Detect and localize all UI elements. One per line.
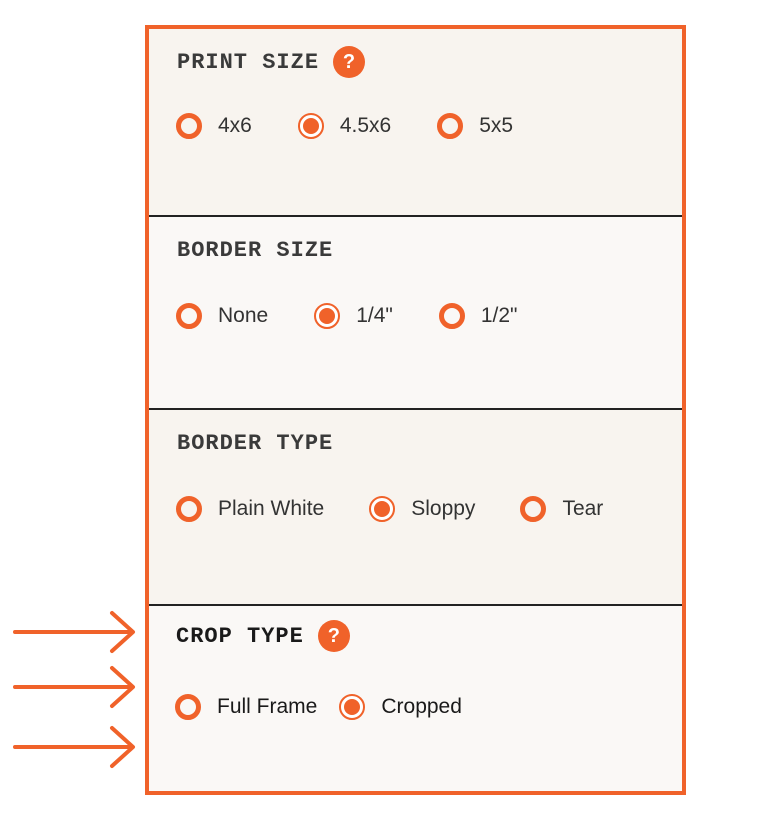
option-label: None [218, 304, 269, 327]
option-label: 1/2" [480, 304, 518, 327]
radio-option-none[interactable]: None [176, 303, 268, 329]
print-size-title: PRINT SIZE [177, 49, 320, 75]
section-title: BORDER SIZE [177, 238, 333, 263]
border-size-title: BORDER SIZE [177, 238, 334, 263]
print-options-panel: PRINT SIZE ? 4x6 4.5x6 5x5 BORDER SIZE N… [145, 25, 686, 795]
option-label: Plain White [218, 497, 325, 520]
radio-button-selected[interactable] [314, 303, 341, 329]
border-type-section: BORDER TYPE Plain White Sloppy Tear [149, 410, 682, 606]
crop-type-title: CROP TYPE [176, 623, 304, 649]
radio-button-selected[interactable] [297, 113, 324, 139]
radio-button[interactable] [176, 113, 202, 139]
radio-button[interactable] [175, 694, 201, 720]
radio-button[interactable] [176, 303, 202, 329]
radio-option-tear[interactable]: Tear [520, 496, 603, 522]
option-label: Tear [562, 497, 604, 520]
radio-option-5x5[interactable]: 5x5 [437, 113, 513, 139]
print-size-options: 4x6 4.5x6 5x5 [176, 113, 513, 139]
help-icon[interactable]: ? [333, 46, 366, 78]
option-label: 4x6 [218, 114, 252, 137]
crop-type-section: CROP TYPE ? Full Frame Cropped [149, 606, 682, 791]
option-label: 4.5x6 [339, 114, 392, 137]
radio-option-quarter-inch[interactable]: 1/4" [314, 303, 393, 329]
radio-option-full-frame[interactable]: Full Frame [175, 694, 317, 720]
section-title: BORDER TYPE [177, 431, 333, 456]
annotation-arrow-icon [13, 611, 135, 653]
section-title: PRINT SIZE ? [177, 46, 366, 78]
border-type-options: Plain White Sloppy Tear [176, 496, 603, 522]
section-title: CROP TYPE ? [176, 620, 350, 652]
annotation-arrow-icon [13, 726, 135, 768]
radio-option-half-inch[interactable]: 1/2" [438, 303, 518, 329]
radio-option-4x6[interactable]: 4x6 [176, 113, 252, 139]
option-label: 5x5 [479, 114, 514, 137]
radio-button[interactable] [438, 303, 465, 329]
option-label: Full Frame [217, 695, 318, 718]
radio-option-4.5x6[interactable]: 4.5x6 [297, 113, 392, 139]
radio-button-selected[interactable] [369, 496, 396, 522]
border-size-section: BORDER SIZE None 1/4" 1/2" [149, 217, 682, 410]
option-label: Sloppy [411, 497, 476, 520]
radio-button[interactable] [176, 496, 202, 522]
border-size-options: None 1/4" 1/2" [176, 303, 518, 329]
annotation-arrow-icon [13, 666, 135, 708]
radio-option-sloppy[interactable]: Sloppy [369, 496, 475, 522]
help-icon[interactable]: ? [317, 620, 350, 652]
radio-button[interactable] [437, 113, 464, 139]
option-label: Cropped [381, 695, 462, 718]
crop-type-options: Full Frame Cropped [175, 694, 462, 720]
radio-button[interactable] [520, 496, 547, 522]
radio-button-selected[interactable] [339, 694, 366, 720]
radio-option-cropped[interactable]: Cropped [339, 694, 462, 720]
option-label: 1/4" [356, 304, 393, 327]
radio-option-plain-white[interactable]: Plain White [176, 496, 324, 522]
print-size-section: PRINT SIZE ? 4x6 4.5x6 5x5 [149, 29, 682, 217]
border-type-title: BORDER TYPE [177, 431, 334, 456]
